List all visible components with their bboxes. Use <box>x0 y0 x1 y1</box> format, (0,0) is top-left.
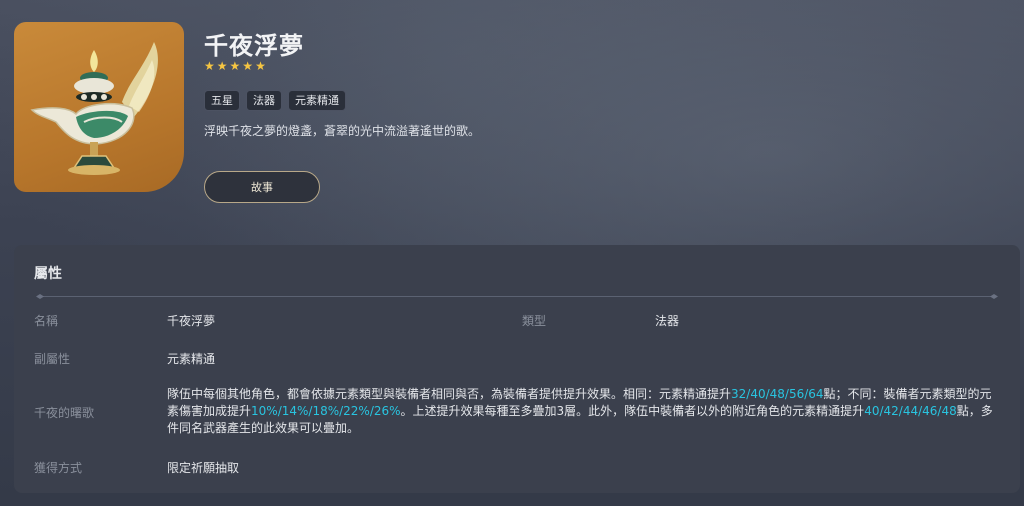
tag-list: 五星 法器 元素精通 <box>204 90 346 111</box>
effect-value-1: 32/40/48/56/64 <box>731 387 824 401</box>
rarity-stars: ★ ★ ★ ★ ★ <box>204 60 266 72</box>
magic-lamp-icon <box>30 42 158 175</box>
effect-part-1: 隊伍中每個其他角色，都會依據元素類型與裝備者相同與否，為裝備者提供提升效果。相同… <box>167 387 732 401</box>
star-icon: ★ <box>229 59 241 73</box>
type-label: 類型 <box>522 314 547 328</box>
star-icon: ★ <box>242 59 254 73</box>
effect-label: 千夜的曙歌 <box>34 406 95 420</box>
section-divider <box>36 294 998 299</box>
obtain-value: 限定祈願抽取 <box>167 461 240 475</box>
effect-part-3: 。上述提升效果每種至多疊加3層。此外，隊伍中裝備者以外的附近角色的元素精通提升 <box>400 404 865 418</box>
name-value: 千夜浮夢 <box>167 314 216 328</box>
tag-rarity: 五星 <box>204 90 240 111</box>
effect-value-2: 10%/14%/18%/22%/26% <box>251 404 401 418</box>
substat-label: 副屬性 <box>34 352 71 366</box>
weapon-header: 千夜浮夢 ★ ★ ★ ★ ★ 五星 法器 元素精通 浮映千夜之夢的燈盞，蒼翠的光… <box>0 0 1024 240</box>
substat-value: 元素精通 <box>167 352 216 366</box>
section-title: 屬性 <box>34 266 62 282</box>
effect-text: 隊伍中每個其他角色，都會依據元素類型與裝備者相同與否，為裝備者提供提升效果。相同… <box>167 386 997 437</box>
effect-value-3: 40/42/44/46/48 <box>864 404 957 418</box>
weapon-image-card <box>14 22 184 192</box>
story-button[interactable]: 故事 <box>204 171 320 203</box>
weapon-description: 浮映千夜之夢的燈盞，蒼翠的光中流溢著遙世的歌。 <box>204 124 481 138</box>
weapon-title: 千夜浮夢 <box>204 32 304 60</box>
type-value: 法器 <box>655 314 680 328</box>
star-icon: ★ <box>204 59 215 73</box>
attributes-panel: 屬性 名稱 千夜浮夢 類型 法器 副屬性 元素精通 千夜的曙歌 隊伍中每個其他角… <box>14 245 1020 493</box>
star-icon: ★ <box>255 59 266 73</box>
name-label: 名稱 <box>34 314 59 328</box>
star-icon: ★ <box>216 59 228 73</box>
tag-type: 法器 <box>246 90 282 111</box>
tag-substat: 元素精通 <box>288 90 346 111</box>
obtain-label: 獲得方式 <box>34 461 83 475</box>
